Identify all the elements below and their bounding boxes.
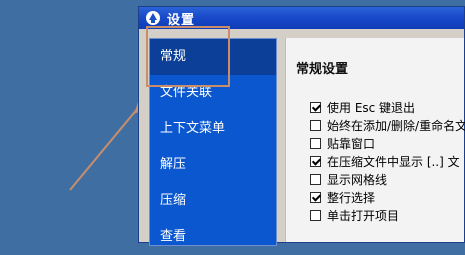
checkbox[interactable]	[310, 137, 321, 149]
option-snap-window[interactable]: 贴靠窗口	[310, 134, 375, 152]
option-show-parent-entry[interactable]: 在压缩文件中显示 [..] 文	[310, 152, 460, 170]
option-label: 贴靠窗口	[327, 136, 376, 151]
option-label: 在压缩文件中显示 [..] 文	[327, 154, 460, 169]
sidebar-item-label: 上下文菜单	[160, 121, 226, 136]
sidebar-item-context-menu[interactable]: 上下文菜单	[150, 111, 276, 147]
section-title: 常规设置	[296, 62, 349, 77]
checkbox[interactable]	[310, 155, 321, 167]
checkbox[interactable]	[310, 209, 321, 221]
option-label: 整行选择	[327, 190, 376, 205]
option-show-grid-lines[interactable]: 显示网格线	[310, 170, 387, 188]
option-label: 始终在添加/删除/重命名文	[327, 118, 465, 133]
checkbox[interactable]	[310, 119, 321, 131]
sidebar-item-label: 文件关联	[160, 85, 213, 100]
sidebar-item-label: 查看	[160, 229, 187, 244]
checkbox[interactable]	[310, 191, 321, 203]
checkbox[interactable]	[310, 173, 321, 185]
option-full-row-select[interactable]: 整行选择	[310, 188, 375, 206]
annotation-highlight-box	[146, 26, 230, 87]
option-label: 单击打开项目	[327, 208, 400, 223]
sidebar-item-extract[interactable]: 解压	[150, 147, 276, 183]
option-label: 使用 Esc 键退出	[327, 100, 416, 115]
app-logo-icon	[145, 10, 161, 26]
sidebar-item-view[interactable]: 查看	[150, 219, 276, 255]
option-label: 显示网格线	[327, 172, 388, 187]
option-use-esc-exit[interactable]: 使用 Esc 键退出	[310, 98, 415, 116]
window-title: 设置	[167, 12, 196, 28]
checkbox[interactable]	[310, 101, 321, 113]
sidebar-item-label: 解压	[160, 157, 187, 172]
option-always-on-add-delete-rename[interactable]: 始终在添加/删除/重命名文	[310, 116, 465, 134]
general-settings-panel: 常规设置 使用 Esc 键退出 始终在添加/删除/重命名文 贴靠窗口 在压缩文件…	[285, 38, 465, 242]
sidebar-item-label: 压缩	[160, 193, 187, 208]
option-single-click-open[interactable]: 单击打开项目	[310, 206, 399, 224]
sidebar-item-compress[interactable]: 压缩	[150, 183, 276, 219]
